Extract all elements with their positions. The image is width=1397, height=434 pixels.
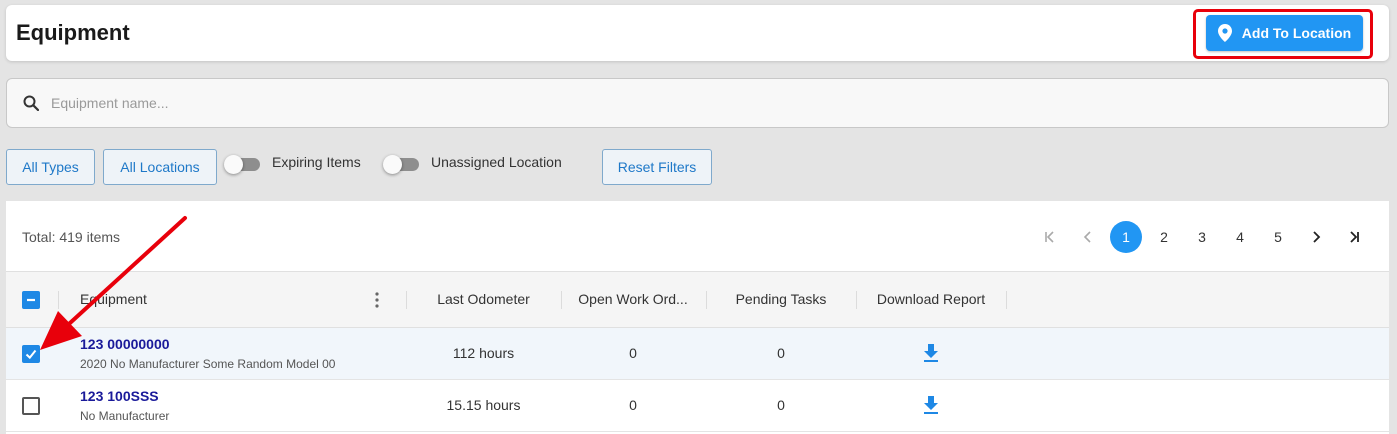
checkmark-icon <box>25 349 37 360</box>
page-header: Equipment Add To Location <box>6 5 1389 61</box>
reset-filters-button[interactable]: Reset Filters <box>602 149 712 185</box>
equipment-subtitle: 2020 No Manufacturer Some Random Model 0… <box>80 357 336 371</box>
column-header-equipment[interactable]: Equipment <box>80 291 147 307</box>
select-all-checkbox[interactable] <box>22 291 40 309</box>
row-checkbox[interactable] <box>22 345 40 363</box>
column-separator <box>58 291 59 309</box>
equipment-page: Equipment Add To Location All Types All … <box>0 0 1397 434</box>
add-to-location-label: Add To Location <box>1241 25 1352 41</box>
last-odometer-cell: 112 hours <box>452 345 515 361</box>
equipment-subtitle: No Manufacturer <box>80 409 170 423</box>
column-header-last-odometer[interactable]: Last Odometer <box>406 291 561 307</box>
expiring-items-label: Expiring Items <box>272 154 361 170</box>
equipment-table-panel: Total: 419 items 1 2 3 4 5 Equipment Las… <box>6 201 1389 434</box>
page-button-3[interactable]: 3 <box>1186 221 1218 253</box>
table-header: Equipment Last Odometer Open Work Ord...… <box>6 271 1389 328</box>
column-header-open-work-orders[interactable]: Open Work Ord... <box>561 291 705 307</box>
table-row[interactable]: 123 00000000 2020 No Manufacturer Some R… <box>6 328 1389 380</box>
unassigned-location-toggle[interactable] <box>383 155 419 174</box>
all-types-filter-button[interactable]: All Types <box>6 149 95 185</box>
download-icon[interactable] <box>922 395 940 415</box>
table-row[interactable]: 123 100SSS No Manufacturer 15.15 hours 0… <box>6 380 1389 432</box>
minus-icon <box>27 298 35 302</box>
download-icon[interactable] <box>922 343 940 363</box>
all-locations-filter-button[interactable]: All Locations <box>103 149 217 185</box>
toggle-knob <box>383 155 402 174</box>
page-button-2[interactable]: 2 <box>1148 221 1180 253</box>
page-button-4[interactable]: 4 <box>1224 221 1256 253</box>
add-to-location-button[interactable]: Add To Location <box>1206 15 1363 51</box>
last-page-button[interactable] <box>1338 221 1370 253</box>
column-header-pending-tasks[interactable]: Pending Tasks <box>706 291 856 307</box>
page-button-1[interactable]: 1 <box>1110 221 1142 253</box>
first-page-button[interactable] <box>1034 221 1066 253</box>
previous-page-button[interactable] <box>1072 221 1104 253</box>
open-work-orders-cell: 0 <box>629 397 637 413</box>
pending-tasks-cell: 0 <box>777 397 785 413</box>
open-work-orders-cell: 0 <box>629 345 637 361</box>
location-pin-icon <box>1217 24 1232 42</box>
expiring-items-toggle[interactable] <box>224 155 260 174</box>
column-header-download-report[interactable]: Download Report <box>856 291 1006 307</box>
chevron-left-icon <box>1083 231 1091 243</box>
unassigned-location-label: Unassigned Location <box>431 154 562 170</box>
equipment-name-link[interactable]: 123 00000000 <box>80 336 170 352</box>
total-items-count: Total: 419 items <box>22 229 121 245</box>
kebab-menu-icon[interactable] <box>374 291 380 309</box>
chevron-right-icon <box>1313 231 1321 243</box>
page-title: Equipment <box>16 20 130 45</box>
last-page-icon <box>1350 231 1359 243</box>
next-page-button[interactable] <box>1300 221 1332 253</box>
row-checkbox[interactable] <box>22 397 40 415</box>
first-page-icon <box>1045 231 1054 243</box>
search-bar <box>6 78 1389 128</box>
last-odometer-cell: 15.15 hours <box>446 397 521 413</box>
page-button-5[interactable]: 5 <box>1262 221 1294 253</box>
equipment-name-link[interactable]: 123 100SSS <box>80 388 159 404</box>
column-separator <box>1006 291 1007 309</box>
search-icon <box>23 95 39 111</box>
pending-tasks-cell: 0 <box>777 345 785 361</box>
search-input[interactable] <box>51 89 1371 117</box>
toggle-knob <box>224 155 243 174</box>
